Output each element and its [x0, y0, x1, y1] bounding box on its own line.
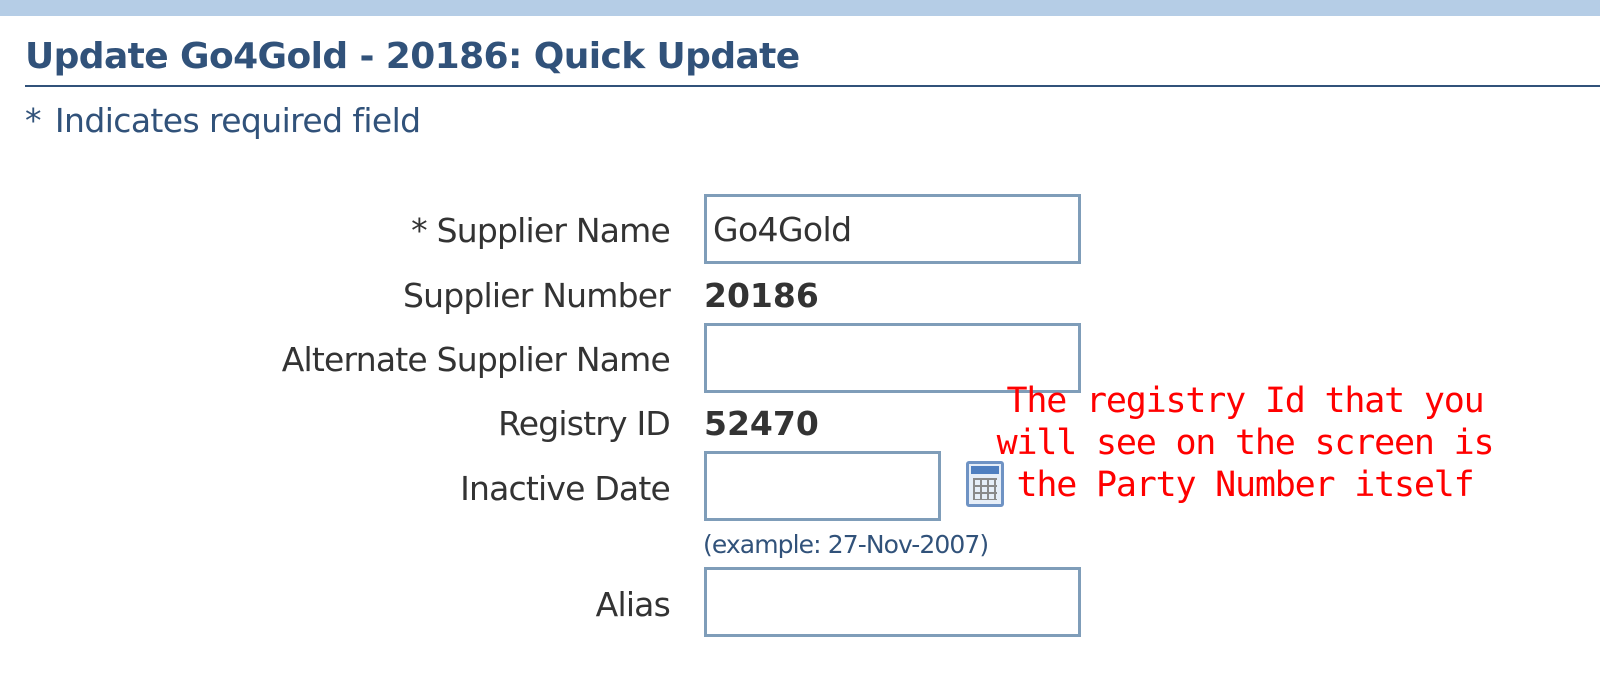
annotation-line: the Party Number itself	[1016, 465, 1474, 505]
registry-id-label: Registry ID	[498, 404, 671, 443]
inactive-date-hint: (example: 27-Nov-2007)	[703, 530, 989, 559]
top-bar	[0, 0, 1600, 16]
annotation-line: The registry Id that you	[1006, 381, 1485, 421]
inactive-date-input[interactable]	[704, 451, 941, 521]
supplier-name-label-text: Supplier Name	[436, 211, 671, 250]
title-divider	[25, 85, 1600, 87]
supplier-name-label: * Supplier Name	[411, 211, 671, 250]
alias-input[interactable]	[704, 567, 1081, 637]
required-marker: *	[25, 101, 42, 140]
registry-annotation: The registry Id that you will see on the…	[965, 380, 1525, 506]
supplier-number-value: 20186	[704, 276, 819, 315]
supplier-name-required-marker: *	[411, 211, 427, 250]
page-title: Update Go4Gold - 20186: Quick Update	[25, 36, 800, 77]
supplier-name-input[interactable]	[704, 194, 1081, 264]
alias-label: Alias	[595, 585, 671, 624]
alternate-supplier-name-label: Alternate Supplier Name	[281, 340, 671, 379]
inactive-date-label: Inactive Date	[460, 469, 671, 508]
supplier-number-label: Supplier Number	[402, 276, 671, 315]
required-field-note: * Indicates required field	[25, 101, 421, 140]
registry-id-value: 52470	[704, 404, 819, 443]
required-note-text: Indicates required field	[54, 101, 421, 140]
annotation-line: will see on the screen is	[996, 423, 1495, 463]
